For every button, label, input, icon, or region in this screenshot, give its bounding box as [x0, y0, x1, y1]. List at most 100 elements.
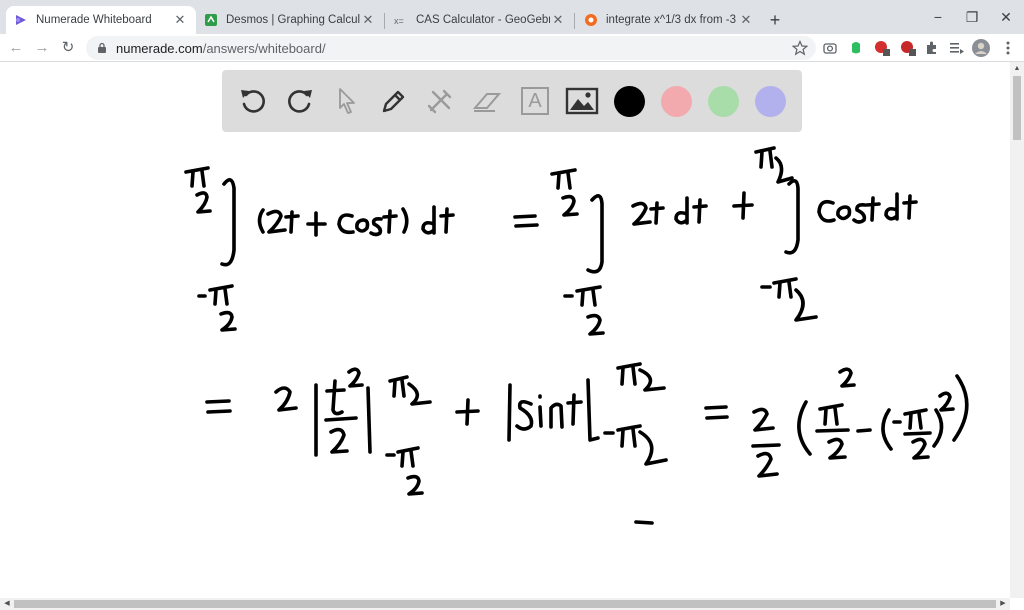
maximize-button[interactable]: ❐ [956, 6, 988, 28]
minimize-button[interactable]: − [922, 6, 954, 28]
scroll-left-icon[interactable]: ◀ [2, 599, 12, 609]
scroll-right-icon[interactable]: ▶ [998, 599, 1008, 609]
horizontal-scrollbar[interactable]: ◀ ▶ [0, 598, 1010, 610]
open-paren-1 [797, 400, 812, 456]
fraction-2-over-2 [751, 407, 781, 478]
stray-dash [634, 520, 654, 525]
close-paren-2 [932, 408, 944, 448]
integrand-2t-dt [631, 196, 708, 226]
bar-upper-limit-pi-over-2 [616, 362, 666, 392]
address-bar[interactable]: numerade.com/answers/whiteboard/ [86, 36, 816, 60]
equals-sign-3 [704, 405, 729, 420]
fraction-t-squared-over-2 [324, 367, 364, 454]
adblock-icon[interactable] [874, 40, 890, 56]
pi-over-2-squared [815, 367, 856, 460]
lower-limit-neg-pi-over-2 [197, 284, 237, 332]
image-icon [565, 87, 599, 115]
desmos-favicon-icon [205, 14, 217, 26]
url-path: /answers/whiteboard/ [202, 40, 326, 56]
integral-sign-1 [220, 178, 236, 267]
equals-sign-2 [205, 399, 232, 414]
tab-separator [574, 13, 575, 29]
puzzle-icon[interactable] [924, 40, 940, 56]
close-paren-1 [952, 374, 969, 442]
color-swatch-purple[interactable] [755, 86, 786, 117]
horizontal-scroll-thumb[interactable] [14, 600, 996, 608]
tools-button[interactable] [422, 83, 458, 119]
geogebra-favicon-icon: x= [394, 16, 404, 26]
bar-lower-limit-neg-pi-over-2 [385, 446, 424, 496]
bar-lower-limit-neg-pi-over-2 [603, 424, 668, 466]
redo-button[interactable] [282, 83, 318, 119]
menu-list-icon[interactable] [948, 40, 964, 56]
reload-button[interactable]: ↻ [56, 36, 80, 60]
svg-text:x=: x= [394, 16, 404, 26]
tab-separator [384, 13, 385, 29]
tab-desmos[interactable]: Desmos | Graphing Calculator ✕ [196, 6, 384, 34]
tools-icon [427, 89, 452, 114]
integral-upper-limit-pi-over-2 [550, 168, 579, 217]
image-tool[interactable] [564, 83, 600, 119]
tab-title: Numerade Whiteboard [36, 14, 152, 26]
eraser-tool[interactable] [469, 83, 505, 119]
camera-icon[interactable] [822, 40, 838, 56]
tab-wolfram[interactable]: integrate x^1/3 dx from -3 to 3 - ✕ [576, 6, 762, 34]
tab-close-icon[interactable]: ✕ [360, 12, 376, 28]
text-tool[interactable]: A [517, 83, 553, 119]
tab-geogebra[interactable]: x= CAS Calculator - GeoGebra ✕ [386, 6, 574, 34]
vertical-scroll-thumb[interactable] [1013, 76, 1021, 140]
avatar[interactable] [972, 39, 990, 57]
equals-sign-1 [513, 214, 539, 228]
vertical-scrollbar[interactable]: ▲ [1010, 62, 1024, 598]
tab-close-icon[interactable]: ✕ [172, 12, 188, 28]
open-paren-2 [881, 408, 893, 451]
select-icon [339, 88, 355, 114]
url-host: numerade.com [116, 40, 203, 56]
browser-menu-icon[interactable] [1000, 40, 1016, 56]
plus-sign-1 [732, 191, 754, 220]
bar-upper-limit-pi-over-2 [388, 375, 432, 406]
integrand-cost-dt [817, 192, 918, 224]
back-button[interactable]: ← [4, 36, 28, 60]
undo-icon [241, 90, 265, 113]
lower-limit-neg-pi-over-2 [760, 277, 818, 322]
undo-button[interactable] [235, 83, 271, 119]
sint-expression [515, 393, 583, 431]
redo-icon [288, 90, 312, 113]
integral-upper-limit-pi-over-2 [754, 146, 794, 184]
pen-icon [382, 90, 405, 113]
new-tab-button[interactable]: + [764, 9, 786, 31]
lastpass-icon[interactable] [900, 40, 916, 56]
scroll-up-icon[interactable]: ▲ [1012, 64, 1022, 74]
evernote-icon[interactable] [848, 40, 864, 56]
whiteboard-toolbar: A [222, 70, 802, 132]
tab-title: Desmos | Graphing Calculator [226, 14, 360, 26]
browser-toolbar: ← → ↻ numerade.com/answers/whiteboard/ [0, 34, 1024, 62]
neg-pi-over-2-squared [892, 408, 932, 460]
pen-tool[interactable] [376, 83, 412, 119]
tab-strip: Numerade Whiteboard ✕ Desmos | Graphing … [0, 0, 1024, 34]
close-window-button[interactable]: ✕ [990, 6, 1022, 28]
eraser-icon [472, 93, 502, 112]
star-icon[interactable] [792, 40, 808, 56]
lower-limit-neg-pi-over-2 [563, 285, 605, 336]
coefficient-2 [274, 386, 298, 412]
tab-close-icon[interactable]: ✕ [738, 12, 754, 28]
forward-button[interactable]: → [30, 36, 54, 60]
text-icon: A [521, 87, 549, 115]
tab-numerade[interactable]: Numerade Whiteboard ✕ [6, 6, 196, 34]
integral-sign-3 [784, 179, 800, 255]
integral-upper-limit-pi-over-2 [184, 166, 212, 214]
wolfram-favicon-icon [585, 14, 597, 26]
lock-icon [98, 42, 106, 53]
tab-title: CAS Calculator - GeoGebra [416, 14, 550, 26]
exponent-2 [938, 391, 955, 412]
tab-close-icon[interactable]: ✕ [550, 12, 566, 28]
color-swatch-pink[interactable] [661, 86, 692, 117]
color-swatch-black[interactable] [614, 86, 645, 117]
integrand-2t-plus-cost [257, 205, 455, 237]
select-tool[interactable] [329, 83, 365, 119]
color-swatch-green[interactable] [708, 86, 739, 117]
whiteboard-canvas[interactable] [0, 62, 1010, 598]
integral-sign-2 [586, 194, 604, 274]
